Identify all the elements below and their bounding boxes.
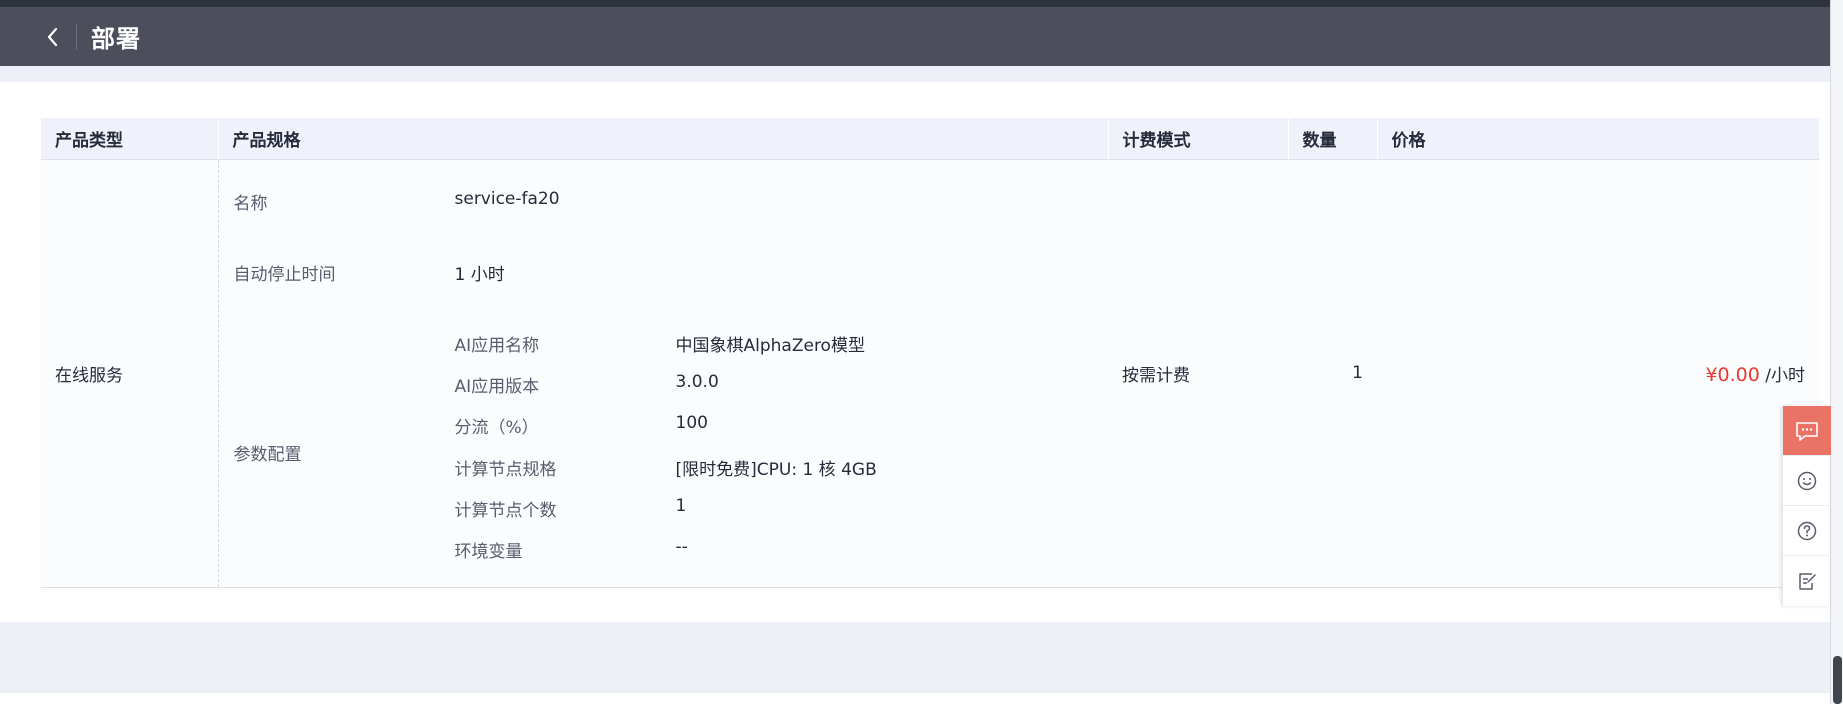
params-label: 参数配置 <box>233 444 302 465</box>
param-value: -- <box>675 536 688 557</box>
header-quantity: 数量 <box>1287 118 1377 160</box>
chat-icon <box>1796 421 1818 441</box>
param-value: 3.0.0 <box>675 371 719 392</box>
service-button[interactable] <box>1783 456 1831 506</box>
param-value: 中国象棋AlphaZero模型 <box>675 335 865 356</box>
header-billing-mode: 计费模式 <box>1107 118 1288 160</box>
name-label: 名称 <box>233 193 268 214</box>
header-product-spec: 产品规格 <box>217 118 1108 160</box>
table-header-row: 产品类型 产品规格 计费模式 数量 价格 <box>41 118 1819 160</box>
cell-quantity: 1 <box>1288 159 1377 588</box>
param-key: AI应用名称 <box>454 335 540 356</box>
param-value: 100 <box>675 412 708 433</box>
page-scrollbar[interactable] <box>1830 0 1843 704</box>
autostop-value: 1 小时 <box>454 264 505 285</box>
header-product-type: 产品类型 <box>41 118 218 160</box>
param-value: 1 <box>675 495 687 516</box>
param-value: [限时免费]CPU: 1 核 4GB <box>675 459 877 480</box>
chat-button[interactable] <box>1783 406 1831 456</box>
feedback-icon <box>1799 573 1816 590</box>
help-icon <box>1797 521 1817 540</box>
cell-product-spec: 名称 service-fa20 自动停止时间 1 小时 参数配置 AI应用名称 … <box>218 159 1108 588</box>
table-row: 在线服务 名称 service-fa20 自动停止时间 1 小时 参数配置 AI… <box>41 159 1819 588</box>
param-key: 计算节点规格 <box>454 459 557 480</box>
cell-billing-mode: 按需计费 <box>1108 159 1288 588</box>
deploy-spec-table: 产品类型 产品规格 计费模式 数量 价格 在线服务 名称 service-fa2… <box>41 118 1819 588</box>
top-strip <box>0 0 1830 7</box>
page-title: 部署 <box>91 25 141 53</box>
param-key: 计算节点个数 <box>454 500 557 521</box>
price-unit: /小时 <box>1765 365 1805 386</box>
help-button[interactable] <box>1783 506 1831 556</box>
floating-toolbar <box>1782 406 1831 606</box>
chevron-left-icon <box>47 27 58 46</box>
header-price: 价格 <box>1376 118 1819 160</box>
autostop-label: 自动停止时间 <box>233 264 336 285</box>
bottom-line <box>0 693 1830 704</box>
cell-price: ¥0.00 /小时 <box>1377 159 1819 588</box>
header-divider <box>76 23 77 50</box>
cell-product-type: 在线服务 <box>41 159 219 588</box>
param-key: 环境变量 <box>454 541 523 562</box>
name-value: service-fa20 <box>454 188 560 209</box>
feedback-button[interactable] <box>1783 556 1831 606</box>
back-button[interactable] <box>38 22 68 52</box>
page-header: 部署 <box>0 7 1830 66</box>
scrollbar-thumb[interactable] <box>1833 656 1842 704</box>
param-key: AI应用版本 <box>454 376 540 397</box>
bottom-band <box>0 622 1830 693</box>
smile-icon <box>1797 471 1817 490</box>
price-amount: ¥0.00 <box>1705 363 1760 386</box>
param-key: 分流（%） <box>454 417 539 438</box>
gap-band <box>0 66 1830 82</box>
